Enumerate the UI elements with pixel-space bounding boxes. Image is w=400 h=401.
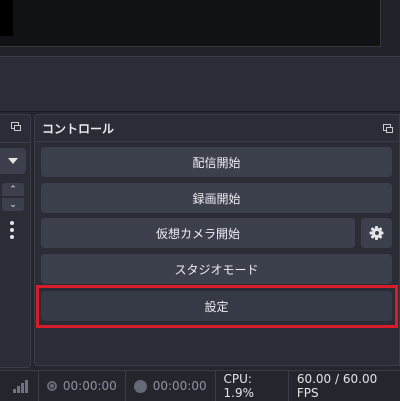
caret-down-icon xyxy=(8,158,18,164)
start-streaming-button[interactable]: 配信開始 xyxy=(41,147,392,177)
dropdown-button[interactable] xyxy=(0,148,26,174)
preview-area xyxy=(0,0,400,56)
undock-icon[interactable] xyxy=(11,122,21,131)
dock-title-divider xyxy=(0,142,30,143)
spin-down-button[interactable]: ⌄ xyxy=(2,198,24,211)
preview-canvas xyxy=(0,0,381,47)
stream-status: 00:00:00 xyxy=(39,371,125,401)
status-bar: 00:00:00 00:00:00 CPU: 1.9% 60.00 / 60.0… xyxy=(0,370,400,401)
cpu-usage: CPU: 1.9% xyxy=(223,372,255,400)
chevron-down-icon: ⌄ xyxy=(9,199,17,210)
streaming-icon xyxy=(46,381,57,391)
cpu-status: CPU: 1.9% xyxy=(216,371,288,401)
chevron-up-icon: ⌃ xyxy=(9,184,17,195)
spin-up-button[interactable]: ⌃ xyxy=(2,183,24,196)
record-time: 00:00:00 xyxy=(152,379,207,393)
start-virtual-camera-button[interactable]: 仮想カメラ開始 xyxy=(41,218,355,248)
controls-dock-title: コントロール xyxy=(42,122,115,136)
fps-status: 60.00 / 60.00 FPS xyxy=(289,371,400,401)
start-recording-button[interactable]: 録画開始 xyxy=(41,183,392,213)
dock-title-divider xyxy=(35,141,400,142)
fps-readout: 60.00 / 60.00 FPS xyxy=(296,372,378,400)
preview-source xyxy=(0,0,13,36)
stream-time: 00:00:00 xyxy=(62,379,117,393)
more-options-icon[interactable] xyxy=(8,221,16,239)
studio-mode-button[interactable]: スタジオモード xyxy=(41,254,392,284)
undock-icon[interactable] xyxy=(383,124,393,133)
highlight-box xyxy=(36,285,398,328)
gear-icon xyxy=(369,226,384,240)
scene-toolbar xyxy=(0,56,400,112)
network-signal-icon xyxy=(13,379,28,393)
record-status: 00:00:00 xyxy=(126,371,215,401)
virtual-camera-settings-button[interactable] xyxy=(361,218,392,248)
recording-icon xyxy=(133,379,147,393)
